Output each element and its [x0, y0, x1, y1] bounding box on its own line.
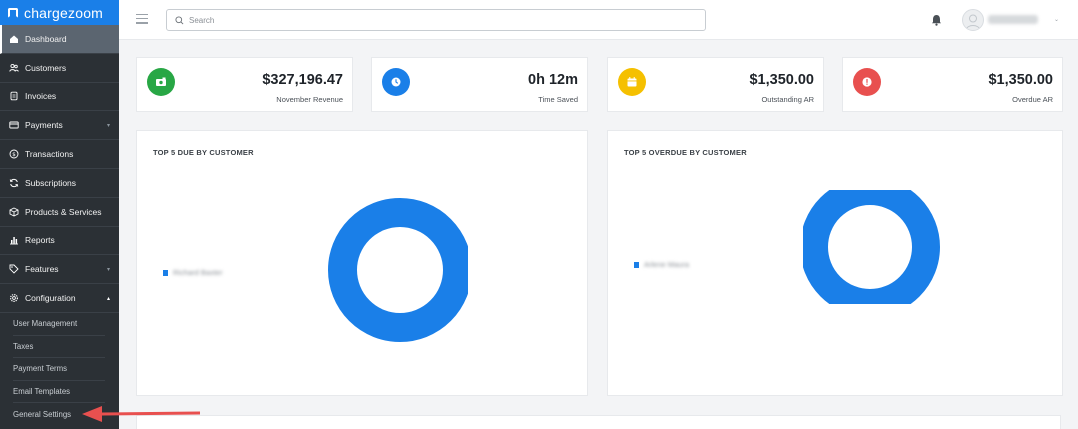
sidebar-item-label: Invoices — [25, 91, 57, 102]
dollar-circle-icon: $ — [9, 149, 19, 159]
stat-value: $1,350.00 — [988, 72, 1053, 88]
svg-text:$: $ — [12, 152, 16, 158]
legend-label-redacted: Richard Baxter — [173, 268, 223, 277]
donut-chart — [328, 198, 468, 342]
sidebar-item-payments[interactable]: Payments ▾ — [0, 111, 119, 141]
box-icon — [9, 207, 19, 217]
submenu-item-email-templates[interactable]: Email Templates — [13, 381, 105, 404]
bar-chart-icon — [9, 235, 19, 245]
sidebar-item-dashboard[interactable]: Dashboard — [0, 25, 119, 54]
chevron-up-icon: ▴ — [106, 296, 110, 303]
gear-icon — [9, 293, 19, 303]
username-redacted[interactable] — [988, 15, 1038, 24]
user-icon — [965, 14, 981, 30]
bell-icon[interactable] — [931, 14, 942, 26]
sidebar-item-customers[interactable]: Customers — [0, 54, 119, 83]
sidebar-item-subscriptions[interactable]: Subscriptions — [0, 169, 119, 198]
chevron-down-icon[interactable]: ⌄ — [1054, 16, 1059, 23]
content-card — [136, 415, 1061, 429]
stat-card-revenue: $327,196.47 November Revenue — [136, 57, 353, 112]
calendar-icon — [618, 68, 646, 96]
chevron-down-icon: ▾ — [106, 123, 110, 130]
stat-card-overdue-ar: $1,350.00 Overdue AR — [842, 57, 1063, 112]
stat-label: Time Saved — [538, 95, 578, 104]
sidebar-item-label: Products & Services — [25, 206, 102, 217]
sidebar-item-label: Dashboard — [25, 33, 67, 44]
sidebar-item-products-services[interactable]: Products & Services — [0, 198, 119, 227]
sidebar-item-label: Transactions — [25, 149, 74, 160]
donut-slice[interactable] — [328, 198, 468, 342]
alert-icon — [853, 68, 881, 96]
brand-logo[interactable]: chargezoom — [0, 0, 119, 25]
sidebar-item-features[interactable]: Features ▾ — [0, 255, 119, 285]
donut-slice[interactable] — [803, 190, 940, 304]
stat-label: Outstanding AR — [761, 95, 814, 104]
submenu-item-user-management[interactable]: User Management — [13, 313, 105, 336]
sidebar-item-label: Configuration — [25, 293, 76, 304]
chart-title: TOP 5 OVERDUE BY CUSTOMER — [624, 148, 747, 157]
search-input[interactable] — [189, 15, 689, 25]
stat-value: $327,196.47 — [262, 72, 343, 88]
logo-icon — [8, 7, 18, 18]
sidebar-item-label: Customers — [25, 62, 67, 73]
chart-title: TOP 5 DUE BY CUSTOMER — [153, 148, 254, 157]
sidebar-item-invoices[interactable]: Invoices — [0, 83, 119, 112]
home-icon — [9, 34, 19, 44]
submenu-item-taxes[interactable]: Taxes — [13, 336, 105, 359]
chart-card-top5-overdue: TOP 5 OVERDUE BY CUSTOMER Arlene Maura — [607, 130, 1063, 396]
sidebar-item-label: Reports — [25, 235, 55, 246]
legend-swatch — [163, 269, 168, 276]
tag-icon — [9, 264, 19, 274]
submenu-item-payment-terms[interactable]: Payment Terms — [13, 358, 105, 381]
sidebar-item-label: Features — [25, 264, 59, 275]
topbar: ⌄ — [119, 0, 1078, 40]
sidebar-item-transactions[interactable]: $ Transactions — [0, 140, 119, 169]
menu-toggle-icon[interactable] — [136, 14, 148, 24]
refresh-icon — [9, 178, 19, 188]
invoice-icon — [9, 91, 19, 101]
annotation-arrow-icon — [82, 406, 200, 422]
donut-chart — [803, 190, 940, 304]
stat-label: Overdue AR — [1012, 95, 1053, 104]
avatar[interactable] — [962, 9, 984, 31]
stat-value: 0h 12m — [528, 72, 578, 88]
search-box[interactable] — [166, 9, 706, 31]
sidebar-item-configuration[interactable]: Configuration ▴ — [0, 284, 119, 313]
legend-swatch — [634, 261, 639, 268]
card-icon — [9, 120, 19, 130]
chart-legend[interactable]: Richard Baxter — [163, 268, 223, 277]
stat-card-outstanding-ar: $1,350.00 Outstanding AR — [607, 57, 824, 112]
sidebar-item-label: Payments — [25, 120, 63, 131]
chevron-down-icon: ▾ — [106, 267, 110, 274]
search-icon — [175, 15, 184, 24]
chart-card-top5-due: TOP 5 DUE BY CUSTOMER Richard Baxter — [136, 130, 588, 396]
cash-icon — [147, 68, 175, 96]
clock-icon — [382, 68, 410, 96]
users-icon — [9, 63, 19, 73]
stat-label: November Revenue — [276, 95, 343, 104]
legend-label-redacted: Arlene Maura — [644, 260, 690, 269]
stat-card-time-saved: 0h 12m Time Saved — [371, 57, 588, 112]
stat-value: $1,350.00 — [749, 72, 814, 88]
sidebar-item-reports[interactable]: Reports — [0, 227, 119, 256]
brand-name: chargezoom — [24, 4, 104, 21]
sidebar-item-label: Subscriptions — [25, 177, 77, 188]
chart-legend[interactable]: Arlene Maura — [634, 260, 689, 269]
sidebar: chargezoom Dashboard Customers Invoices … — [0, 0, 119, 429]
